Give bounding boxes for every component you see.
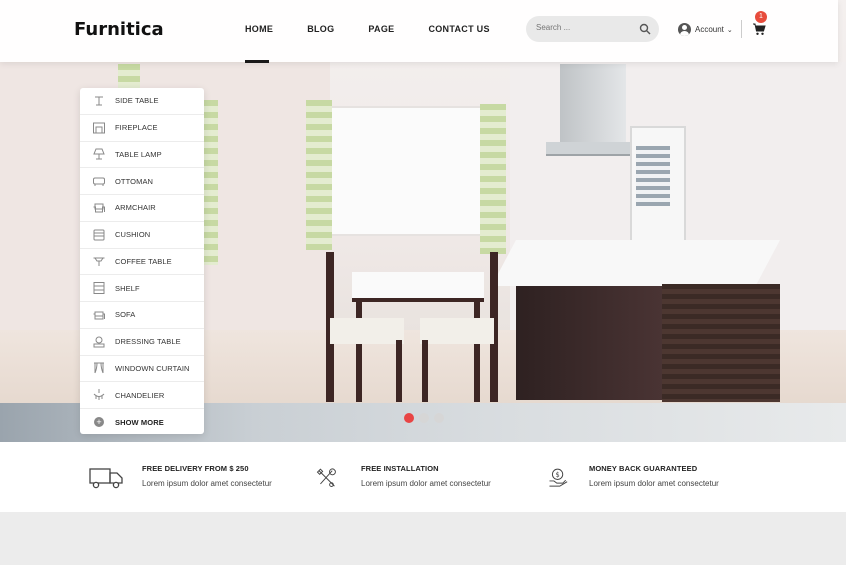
feature-title: FREE INSTALLATION [361, 464, 439, 473]
category-label: SHELF [115, 283, 140, 293]
shelf-icon [92, 281, 106, 295]
site-header: Furnitica HOME BLOG PAGE CONTACT US Acco… [0, 0, 838, 63]
category-fireplace[interactable]: FIREPLACE [80, 115, 204, 142]
search-input[interactable] [536, 23, 632, 32]
category-side-table[interactable]: SIDE TABLE [80, 88, 204, 115]
hero-range-hood [560, 64, 626, 146]
cushion-icon [92, 228, 106, 242]
category-cushion[interactable]: CUSHION [80, 222, 204, 249]
feature-money-back: $ MONEY BACK GUARANTEED Lorem ipsum dolo… [548, 464, 719, 492]
cart-icon[interactable] [752, 22, 766, 36]
svg-text:$: $ [555, 471, 559, 479]
account-menu[interactable]: Account ⌄ [678, 23, 733, 36]
hero-curtain [118, 64, 140, 89]
hero-chair [422, 340, 428, 402]
side-table-icon [92, 94, 106, 108]
hero-curtain [306, 100, 332, 250]
category-sidebar: SIDE TABLE FIREPLACE TABLE LAMP OTTOMAN … [80, 88, 204, 434]
category-chandelier[interactable]: CHANDELIER [80, 382, 204, 409]
category-ottoman[interactable]: OTTOMAN [80, 168, 204, 195]
sofa-icon [92, 308, 106, 322]
hero-chair-seat [420, 318, 494, 344]
feature-free-delivery: FREE DELIVERY FROM $ 250 Lorem ipsum dol… [88, 464, 272, 492]
hero-table-leg [474, 300, 480, 402]
content-section-background [0, 512, 846, 565]
cart-count-badge: 1 [755, 11, 767, 23]
category-label: SOFA [115, 310, 136, 320]
nav-page[interactable]: PAGE [368, 24, 394, 34]
category-window-curtain[interactable]: WINDOWN CURTAIN [80, 356, 204, 383]
feature-description: Lorem ipsum dolor amet consectetur [142, 479, 272, 488]
category-label: COFFEE TABLE [115, 256, 172, 266]
hero-chair [396, 340, 402, 402]
category-label: WINDOWN CURTAIN [115, 363, 190, 373]
category-sofa[interactable]: SOFA [80, 302, 204, 329]
tools-icon [316, 468, 336, 487]
account-label: Account [695, 25, 724, 34]
hero-chair-seat [330, 318, 404, 344]
show-more-button[interactable]: + SHOW MORE [80, 409, 204, 436]
category-coffee-table[interactable]: COFFEE TABLE [80, 249, 204, 276]
nav-contact-us[interactable]: CONTACT US [428, 24, 489, 34]
hero-island [662, 284, 780, 402]
nav-blog[interactable]: BLOG [307, 24, 334, 34]
nav-active-indicator [245, 60, 269, 63]
category-label: CUSHION [115, 230, 151, 240]
armchair-icon [92, 201, 106, 215]
show-more-label: SHOW MORE [115, 417, 164, 427]
hero-counter [491, 240, 780, 286]
category-table-lamp[interactable]: TABLE LAMP [80, 142, 204, 169]
chandelier-icon [92, 388, 106, 402]
curtain-icon [92, 361, 106, 375]
table-lamp-icon [92, 147, 106, 161]
category-label: FIREPLACE [115, 123, 158, 133]
coffee-table-icon [92, 254, 106, 268]
feature-title: FREE DELIVERY FROM $ 250 [142, 464, 249, 473]
features-bar: FREE DELIVERY FROM $ 250 Lorem ipsum dol… [0, 442, 846, 512]
ottoman-icon [92, 174, 106, 188]
feature-description: Lorem ipsum dolor amet consectetur [361, 479, 491, 488]
hero-curtain [204, 100, 218, 265]
hero-blinds [636, 146, 670, 206]
hero-dining-table [352, 272, 484, 302]
category-label: CHANDELIER [115, 390, 165, 400]
hero-table-leg [356, 300, 362, 402]
slider-dot[interactable] [419, 413, 429, 423]
slider-pagination [404, 413, 449, 423]
slider-dot[interactable] [434, 413, 444, 423]
header-divider [741, 20, 742, 38]
hero-curtain [480, 104, 506, 254]
category-label: ARMCHAIR [115, 203, 156, 213]
feature-free-installation: FREE INSTALLATION Lorem ipsum dolor amet… [316, 464, 491, 492]
fireplace-icon [92, 121, 106, 135]
plus-circle-icon: + [94, 417, 104, 428]
category-label: SIDE TABLE [115, 96, 159, 106]
user-icon [678, 23, 691, 36]
category-label: TABLE LAMP [115, 149, 162, 159]
category-label: DRESSING TABLE [115, 337, 181, 347]
search-box [526, 16, 659, 42]
main-nav: HOME BLOG PAGE CONTACT US [245, 24, 524, 34]
dressing-table-icon [92, 335, 106, 349]
slider-dot[interactable] [404, 413, 414, 423]
category-armchair[interactable]: ARMCHAIR [80, 195, 204, 222]
category-shelf[interactable]: SHELF [80, 275, 204, 302]
nav-home[interactable]: HOME [245, 24, 273, 34]
hero-window [330, 106, 490, 236]
money-back-icon: $ [549, 468, 568, 487]
truck-icon [89, 468, 123, 489]
feature-title: MONEY BACK GUARANTEED [589, 464, 698, 473]
category-dressing-table[interactable]: DRESSING TABLE [80, 329, 204, 356]
search-icon[interactable] [639, 23, 651, 35]
feature-description: Lorem ipsum dolor amet consectetur [589, 479, 719, 488]
category-label: OTTOMAN [115, 176, 154, 186]
site-logo[interactable]: Furnitica [74, 19, 164, 40]
chevron-down-icon: ⌄ [726, 26, 733, 34]
